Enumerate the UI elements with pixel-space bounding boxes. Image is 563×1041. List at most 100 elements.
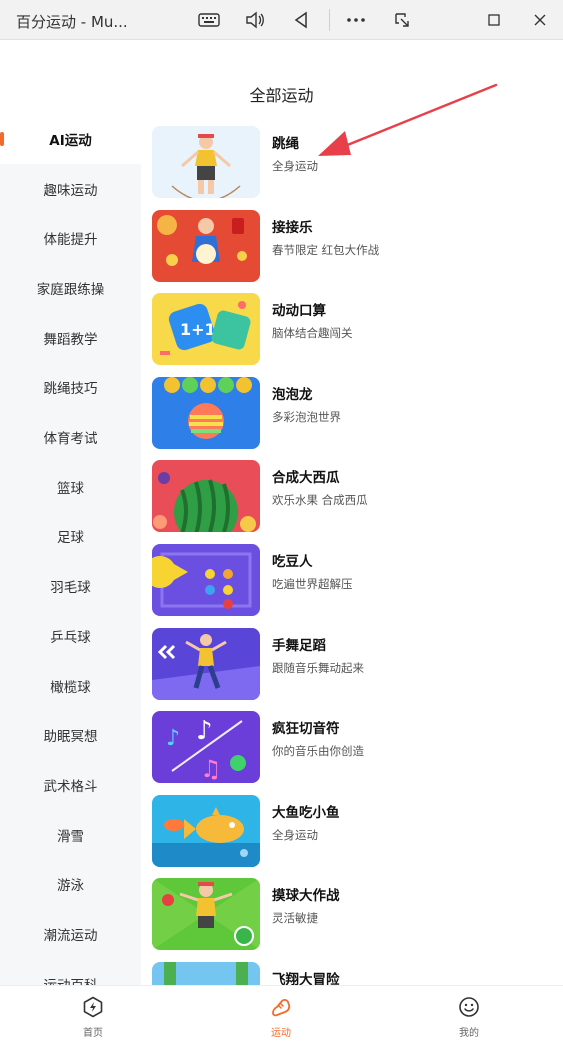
sidebar-item-label: 跳绳技巧 (43, 381, 98, 398)
window-shrink-icon[interactable] (387, 6, 417, 34)
game-thumbnail[interactable] (152, 878, 260, 951)
sidebar-item-label: 舞蹈教学 (43, 331, 98, 348)
sidebar-item-label: 助眠冥想 (43, 729, 98, 746)
game-thumbnail[interactable] (152, 544, 260, 616)
game-description: 春节限定 红包大作战 (272, 242, 380, 257)
game-card[interactable]: 大鱼吃小鱼 全身运动 (152, 783, 552, 867)
nav-mine[interactable]: 我的 (429, 986, 509, 1041)
game-list: 跳绳 全身运动接接乐春节限定 红包大作战 1+1 动动口算脑体结合趣闯关泡泡龙 多彩泡泡… (141, 114, 563, 985)
sidebar-item[interactable]: 游泳 (0, 860, 141, 910)
svg-text:♪: ♪ (166, 726, 180, 751)
sidebar-item[interactable]: 羽毛球 (0, 561, 141, 611)
sidebar-item[interactable]: 滑雪 (0, 810, 141, 860)
game-thumbnail[interactable]: ♪ ♪ ♫ (152, 711, 260, 784)
game-thumbnail[interactable] (152, 627, 260, 700)
game-card[interactable]: 合成大西瓜欢乐水果 合成西瓜 (152, 448, 552, 533)
titlebar-divider (329, 9, 330, 31)
volume-icon[interactable] (240, 6, 270, 34)
game-title: 飞翔大冒险 (272, 972, 340, 985)
game-description: 全身运动 (272, 159, 318, 173)
game-card[interactable]: 跳绳 全身运动 (152, 114, 552, 198)
game-title: 合成大西瓜 (272, 470, 340, 487)
sidebar-item-label: 游泳 (57, 878, 84, 895)
sidebar-item[interactable]: 乒乓球 (0, 611, 141, 661)
sidebar-item-label: 乒乓球 (50, 629, 91, 646)
nav-sport-label: 运动 (271, 1028, 291, 1039)
nav-home-label: 首页 (83, 1028, 103, 1039)
game-description: 欢乐水果 合成西瓜 (272, 493, 368, 508)
sidebar-item[interactable]: 篮球 (0, 462, 141, 512)
sidebar-item[interactable]: 潮流运动 (0, 909, 141, 959)
keyboard-icon[interactable] (194, 6, 224, 34)
game-description: 你的音乐由你创造 (272, 744, 364, 759)
close-icon[interactable] (525, 6, 555, 34)
svg-text:♪: ♪ (196, 716, 213, 746)
bottom-nav: 首页 运动 我的 (0, 985, 563, 1040)
sidebar-item[interactable]: 橄榄球 (0, 661, 141, 711)
smile-icon (459, 997, 479, 1017)
sidebar-active-indicator (0, 132, 4, 146)
sidebar-item-label: 足球 (57, 530, 84, 547)
game-thumbnail[interactable] (152, 962, 260, 985)
game-thumbnail[interactable] (152, 209, 260, 282)
nav-sport[interactable]: 运动 (241, 986, 321, 1041)
sidebar-item-label: 滑雪 (57, 828, 84, 845)
page-title: 全部运动 (249, 86, 314, 105)
game-thumbnail[interactable]: 1+1 (152, 293, 260, 366)
more-icon[interactable] (341, 6, 371, 34)
category-sidebar: AI运动趣味运动体能提升家庭跟练操舞蹈教学跳绳技巧体育考试篮球足球羽毛球乒乓球橄… (0, 114, 141, 985)
sidebar-item-label: 篮球 (57, 480, 84, 497)
sidebar-item[interactable]: 体育考试 (0, 412, 141, 462)
game-card[interactable]: 1+1 动动口算脑体结合趣闯关 (152, 281, 552, 366)
game-card[interactable]: 手舞足蹈跟随音乐舞动起来 (152, 616, 552, 700)
sidebar-item[interactable]: 助眠冥想 (0, 710, 141, 760)
game-title: 疯狂切音符 (272, 721, 340, 738)
game-card[interactable]: ♪ ♪ ♫ 疯狂切音符你的音乐由你创造 (152, 699, 552, 784)
sidebar-item[interactable]: 体能提升 (0, 213, 141, 263)
sidebar-item[interactable]: 家庭跟练操 (0, 263, 141, 313)
sidebar-item-label: 羽毛球 (50, 580, 91, 597)
game-card[interactable]: 吃豆人吃遍世界超解压 (152, 532, 552, 616)
sidebar-item-label: 体能提升 (43, 232, 98, 249)
game-description: 吃遍世界超解压 (272, 577, 353, 591)
sidebar-item-label: 体育考试 (43, 431, 98, 448)
back-triangle-icon[interactable] (286, 6, 316, 34)
game-thumbnail[interactable] (152, 376, 260, 449)
maximize-icon[interactable] (479, 6, 509, 34)
sidebar-item-label: 武术格斗 (43, 778, 98, 795)
sidebar-item[interactable]: 跳绳技巧 (0, 363, 141, 413)
game-card[interactable]: 泡泡龙 多彩泡泡世界 (152, 365, 552, 449)
game-title: 动动口算 (272, 303, 326, 320)
game-description: 灵活敏捷 (272, 911, 318, 926)
sidebar-item-label: 家庭跟练操 (36, 281, 105, 298)
game-card[interactable]: 飞翔大冒险 (152, 950, 552, 985)
sidebar-item-label: 潮流运动 (43, 928, 98, 945)
sidebar-item-label: 橄榄球 (50, 679, 91, 696)
game-card[interactable]: 摸球大作战 灵活敏捷 (152, 866, 552, 951)
svg-text:1+1: 1+1 (180, 320, 216, 339)
game-title: 摸球大作战 (272, 888, 340, 905)
game-thumbnail[interactable] (152, 460, 260, 533)
svg-text:♫: ♫ (200, 755, 222, 783)
sidebar-item[interactable]: 武术格斗 (0, 760, 141, 810)
sidebar-item[interactable]: 舞蹈教学 (0, 313, 141, 363)
game-title: 泡泡龙 (272, 386, 313, 403)
game-description: 跟随音乐舞动起来 (272, 660, 364, 675)
sidebar-item-label: AI运动 (49, 132, 92, 149)
game-description: 全身运动 (272, 827, 318, 842)
game-title: 手舞足蹈 (272, 637, 326, 654)
home-bolt-icon (83, 996, 103, 1018)
game-card[interactable]: 接接乐春节限定 红包大作战 (152, 198, 552, 282)
game-description: 脑体结合趣闯关 (272, 326, 353, 341)
sidebar-item[interactable]: AI运动 (0, 114, 141, 164)
window-title: 百分运动 - Mu... (16, 13, 128, 31)
game-title: 吃豆人 (272, 554, 313, 570)
game-thumbnail[interactable] (152, 126, 260, 198)
sidebar-item[interactable]: 运动百科 (0, 959, 141, 985)
game-thumbnail[interactable] (152, 794, 260, 867)
game-title: 接接乐 (272, 219, 313, 236)
sidebar-item[interactable]: 趣味运动 (0, 164, 141, 214)
nav-home[interactable]: 首页 (53, 986, 133, 1041)
window-titlebar: 百分运动 - Mu... (0, 0, 563, 40)
sidebar-item[interactable]: 足球 (0, 512, 141, 562)
